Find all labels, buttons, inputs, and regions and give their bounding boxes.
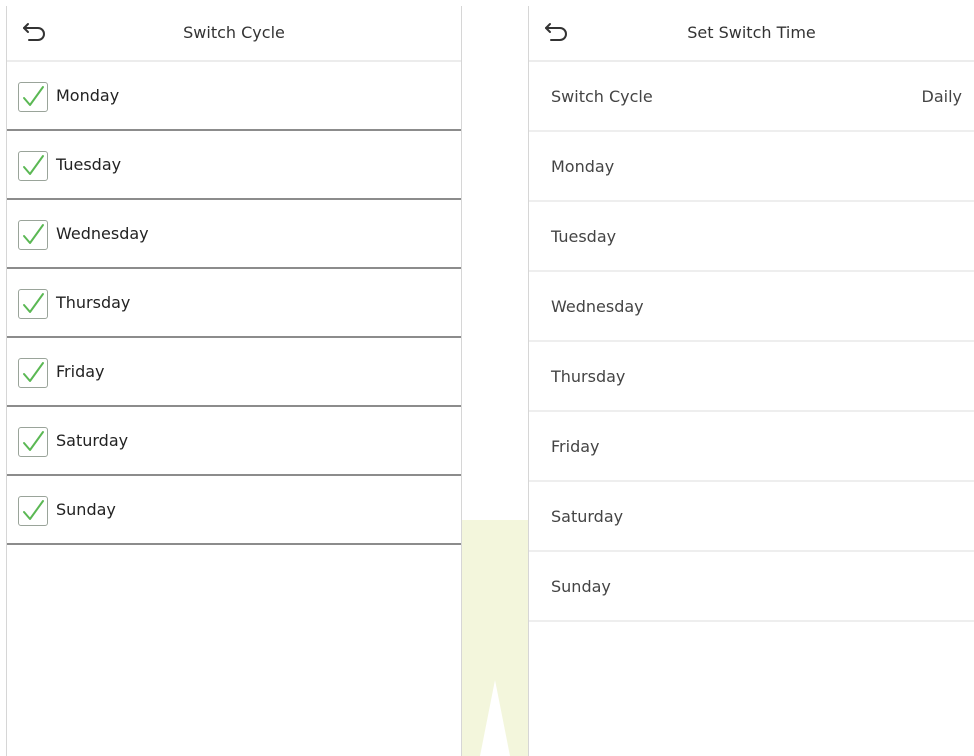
day-label: Monday <box>56 86 120 105</box>
day-checkbox[interactable] <box>18 358 48 388</box>
day-row-friday[interactable]: Friday <box>529 412 974 482</box>
day-row-wednesday[interactable]: Wednesday <box>529 272 974 342</box>
day-checkbox[interactable] <box>18 220 48 250</box>
day-row-thursday[interactable]: Thursday <box>529 342 974 412</box>
day-label: Saturday <box>551 507 624 526</box>
checkmark-icon <box>23 86 44 106</box>
day-checkbox[interactable] <box>18 82 48 112</box>
day-row-monday[interactable]: Monday <box>7 62 461 131</box>
day-row-monday[interactable]: Monday <box>529 132 974 202</box>
checkmark-icon <box>23 224 44 244</box>
day-label: Tuesday <box>56 155 122 174</box>
checkmark-icon <box>23 155 44 175</box>
day-label: Sunday <box>56 500 116 519</box>
day-row-saturday[interactable]: Saturday <box>529 482 974 552</box>
day-row-thursday[interactable]: Thursday <box>7 269 461 338</box>
switch-cycle-value: Daily <box>921 87 962 106</box>
day-label: Sunday <box>551 577 611 596</box>
day-row-sunday[interactable]: Sunday <box>7 476 461 545</box>
checkmark-icon <box>23 431 44 451</box>
day-row-tuesday[interactable]: Tuesday <box>7 131 461 200</box>
day-checkbox[interactable] <box>18 289 48 319</box>
switch-cycle-screen: Switch Cycle Monday Tuesday Wednesday Th… <box>6 6 462 756</box>
day-label: Tuesday <box>551 227 617 246</box>
day-label: Friday <box>551 437 600 456</box>
day-label: Saturday <box>56 431 129 450</box>
day-checkbox[interactable] <box>18 496 48 526</box>
day-row-tuesday[interactable]: Tuesday <box>529 202 974 272</box>
title-bar: Switch Cycle <box>7 6 461 62</box>
day-label: Friday <box>56 362 105 381</box>
checkmark-icon <box>23 500 44 520</box>
day-label: Wednesday <box>551 297 644 316</box>
day-checkbox[interactable] <box>18 427 48 457</box>
switch-cycle-row[interactable]: Switch Cycle Daily <box>529 62 974 132</box>
page-title: Switch Cycle <box>183 23 285 42</box>
day-row-wednesday[interactable]: Wednesday <box>7 200 461 269</box>
day-label: Monday <box>551 157 615 176</box>
day-label: Thursday <box>551 367 626 386</box>
day-label: Wednesday <box>56 224 149 243</box>
day-row-sunday[interactable]: Sunday <box>529 552 974 622</box>
set-switch-time-screen: Set Switch Time Switch Cycle Daily Monda… <box>528 6 974 756</box>
checkmark-icon <box>23 293 44 313</box>
checkmark-icon <box>23 362 44 382</box>
day-checkbox[interactable] <box>18 151 48 181</box>
day-row-friday[interactable]: Friday <box>7 338 461 407</box>
title-bar: Set Switch Time <box>529 6 974 62</box>
day-label: Thursday <box>56 293 131 312</box>
page-title: Set Switch Time <box>687 23 816 42</box>
day-row-saturday[interactable]: Saturday <box>7 407 461 476</box>
switch-cycle-label: Switch Cycle <box>551 87 653 106</box>
